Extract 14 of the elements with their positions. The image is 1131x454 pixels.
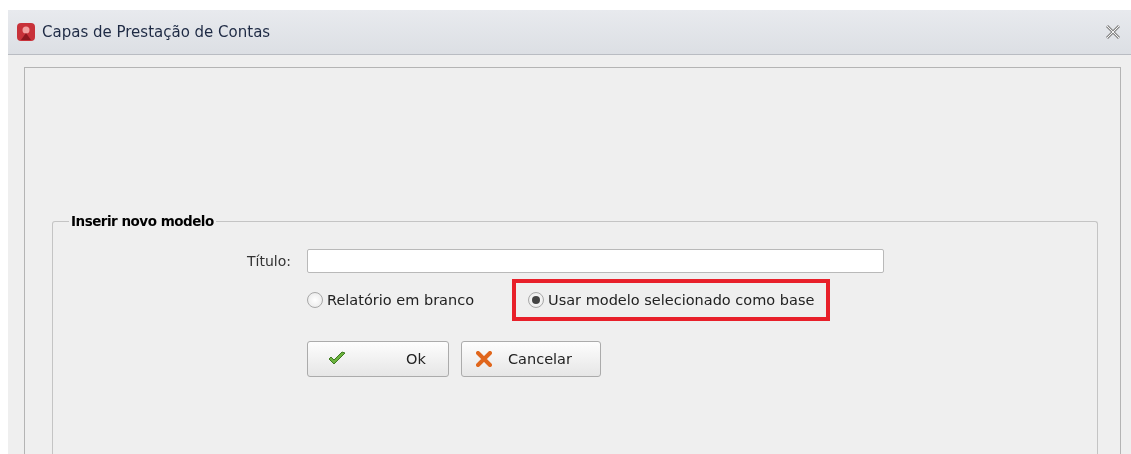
radio-button[interactable] xyxy=(307,292,323,308)
app-icon xyxy=(16,22,36,42)
close-icon[interactable] xyxy=(1105,25,1121,39)
window-title: Capas de Prestação de Contas xyxy=(42,23,272,41)
checkmark-icon xyxy=(328,351,346,367)
radio-button[interactable] xyxy=(528,292,545,308)
group-legend: Inserir novo modelo xyxy=(69,213,216,229)
field-label: Título: xyxy=(246,253,291,269)
option-label[interactable]: Relatório em branco xyxy=(327,292,475,308)
ok-button[interactable]: Ok xyxy=(307,341,449,377)
option-label[interactable]: Usar modelo selecionado como base xyxy=(548,292,815,308)
title-input[interactable] xyxy=(307,249,884,273)
cancel-button[interactable]: Cancelar xyxy=(461,341,601,377)
x-icon xyxy=(476,351,492,367)
